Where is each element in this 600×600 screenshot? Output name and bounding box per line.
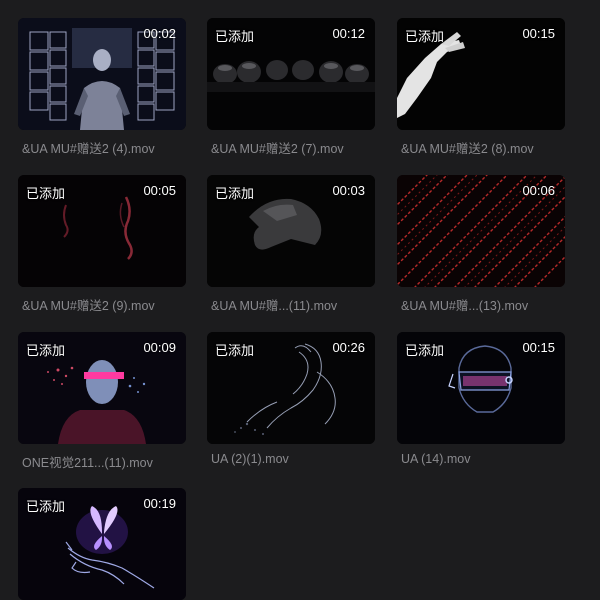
clip-thumbnail[interactable]: 已添加 00:03 (207, 175, 375, 287)
clip-card[interactable]: 已添加 00:09 ONE视觉211...(11).mov (18, 332, 186, 470)
added-badge: 已添加 (26, 343, 66, 358)
clip-filename: &UA MU#赠送2 (8).mov (401, 142, 534, 156)
duration-label: 00:15 (522, 340, 555, 355)
clip-card[interactable]: 已添加 00:03 &UA MU#赠...(11).mov (207, 175, 375, 313)
added-badge: 已添加 (26, 499, 66, 514)
clip-card[interactable]: 已添加 00:15 UA (14).mov (397, 332, 565, 466)
clip-card[interactable]: 已添加 00:19 (18, 488, 186, 600)
clip-thumbnail[interactable]: 已添加 00:26 (207, 332, 375, 444)
clip-card[interactable]: 已添加 00:05 &UA MU#赠送2 (9).mov (18, 175, 186, 313)
clip-thumbnail[interactable]: 已添加 00:15 (397, 332, 565, 444)
clip-thumbnail[interactable]: 已添加 00:19 (18, 488, 186, 600)
duration-label: 00:09 (143, 340, 176, 355)
added-badge: 已添加 (215, 343, 255, 358)
clip-thumbnail[interactable]: 00:06 (397, 175, 565, 287)
duration-label: 00:15 (522, 26, 555, 41)
clip-filename: UA (14).mov (401, 452, 471, 466)
duration-label: 00:06 (522, 183, 555, 198)
duration-label: 00:26 (332, 340, 365, 355)
clip-filename: &UA MU#赠送2 (9).mov (22, 299, 155, 313)
added-badge: 已添加 (215, 186, 255, 201)
duration-label: 00:19 (143, 496, 176, 511)
added-badge: 已添加 (26, 186, 66, 201)
clip-thumbnail[interactable]: 已添加 00:15 (397, 18, 565, 130)
clip-filename: &UA MU#赠...(13).mov (401, 299, 529, 313)
duration-label: 00:05 (143, 183, 176, 198)
added-badge: 已添加 (405, 29, 445, 44)
clip-filename: &UA MU#赠...(11).mov (211, 299, 338, 313)
clip-thumbnail[interactable]: 已添加 00:12 (207, 18, 375, 130)
clip-thumbnail[interactable]: 已添加 00:09 (18, 332, 186, 444)
clip-card[interactable]: 00:06 &UA MU#赠...(13).mov (397, 175, 565, 313)
clip-card[interactable]: 已添加 00:12 &UA MU#赠送2 (7).mov (207, 18, 375, 156)
added-badge: 已添加 (405, 343, 445, 358)
clip-card[interactable]: 已添加 00:15 &UA MU#赠送2 (8).mov (397, 18, 565, 156)
clip-card[interactable]: 00:02 &UA MU#赠送2 (4).mov (18, 18, 186, 156)
clip-thumbnail[interactable]: 已添加 00:05 (18, 175, 186, 287)
added-badge: 已添加 (215, 29, 255, 44)
duration-label: 00:03 (332, 183, 365, 198)
clip-filename: &UA MU#赠送2 (4).mov (22, 142, 155, 156)
duration-label: 00:02 (143, 26, 176, 41)
duration-label: 00:12 (332, 26, 365, 41)
clip-filename: &UA MU#赠送2 (7).mov (211, 142, 344, 156)
clip-thumbnail[interactable]: 00:02 (18, 18, 186, 130)
clip-filename: UA (2)(1).mov (211, 452, 289, 466)
clip-card[interactable]: 已添加 00:26 UA (2)(1).mov (207, 332, 375, 466)
clip-filename: ONE视觉211...(11).mov (22, 456, 153, 470)
